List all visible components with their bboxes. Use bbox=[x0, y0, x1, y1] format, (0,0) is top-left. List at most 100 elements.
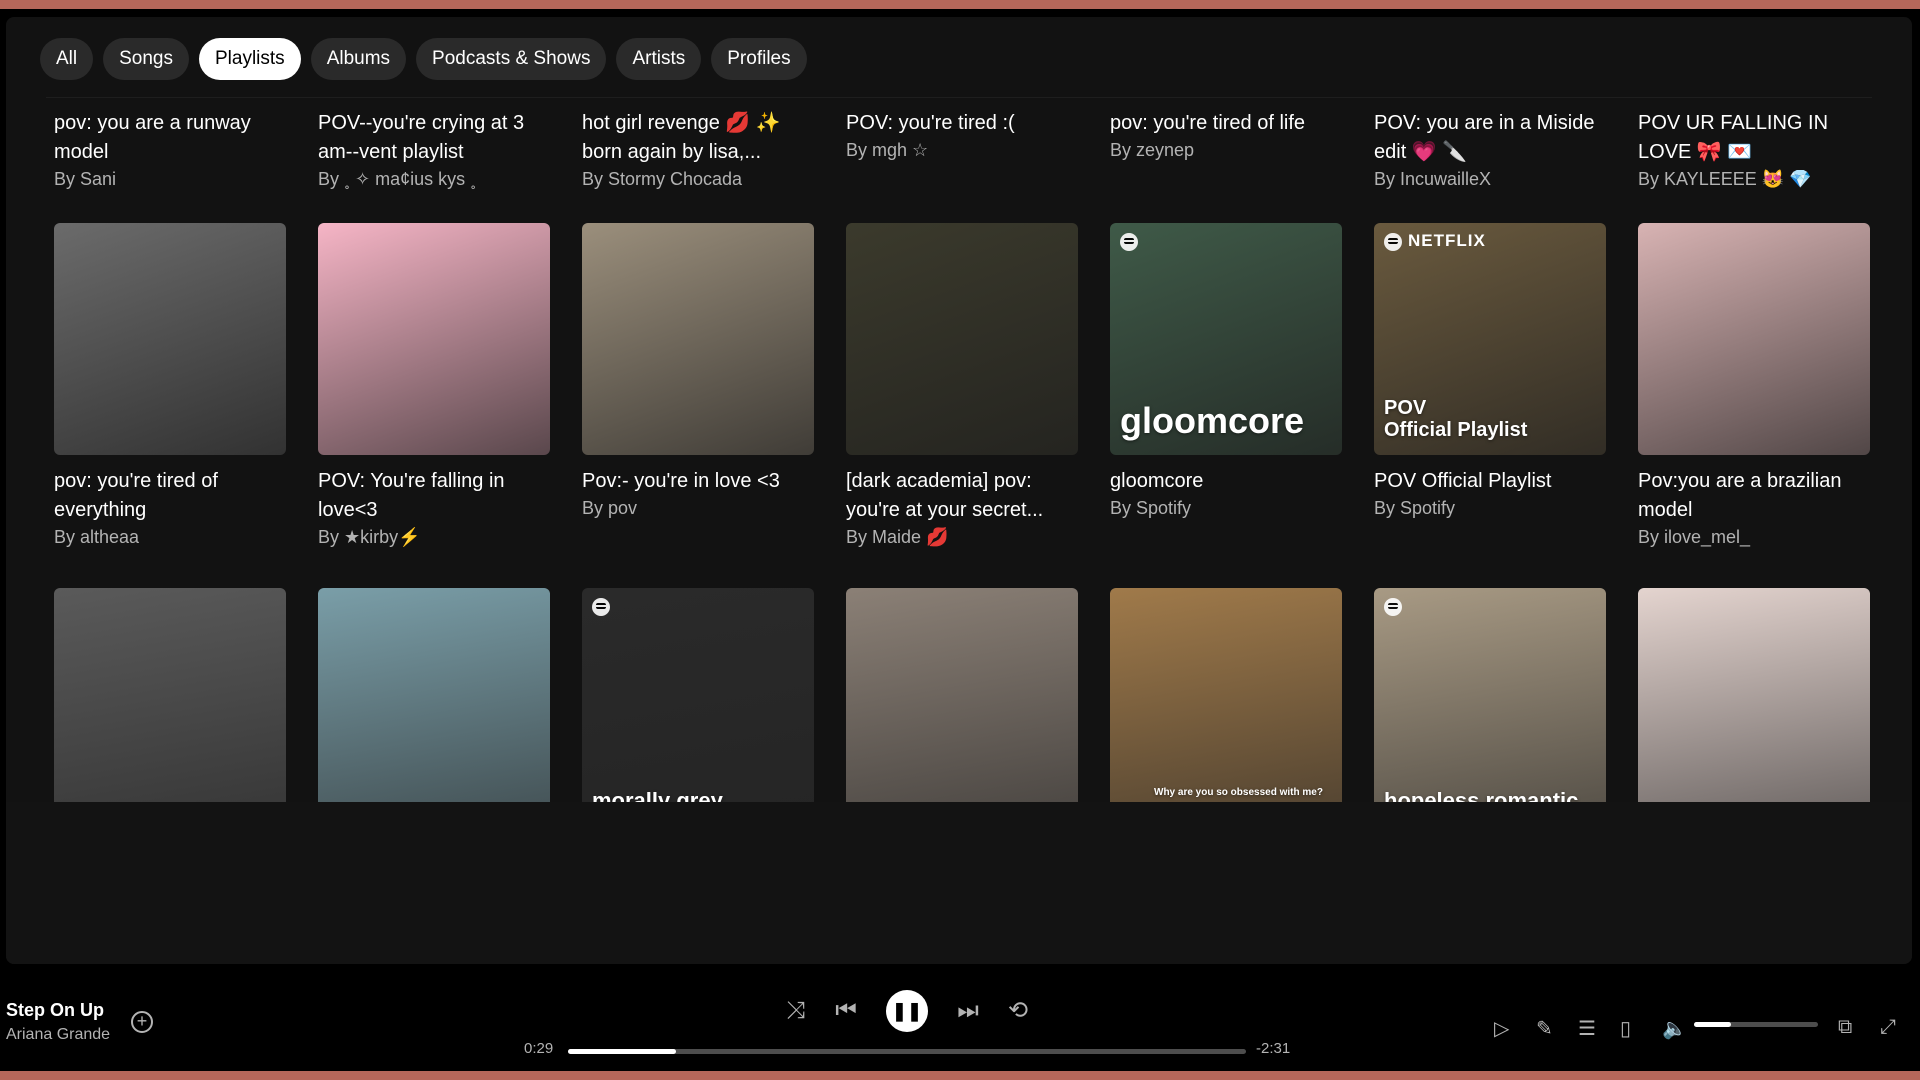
playlist-title: Pov:- you're in love <3 bbox=[582, 470, 780, 492]
playlist-cover[interactable] bbox=[1638, 588, 1870, 802]
playlist-cover[interactable] bbox=[318, 588, 550, 802]
playlist-card[interactable]: POV: You're falling in love<3 By ★kirby⚡ bbox=[318, 223, 550, 548]
playlist-card[interactable]: Pov:- you're in love <3 By pov bbox=[582, 223, 814, 548]
playlist-owner[interactable]: By ilove_mel_ bbox=[1638, 527, 1870, 548]
playlist-cover[interactable]: Why are you so obsessed with me? bbox=[1110, 588, 1342, 802]
playlist-title: gloomcore bbox=[1110, 470, 1204, 492]
filter-chip-albums[interactable]: Albums bbox=[310, 38, 407, 80]
playlist-title: pov: you're tired of everything bbox=[54, 470, 218, 521]
playlist-card[interactable]: hopeless romantic bbox=[1374, 588, 1606, 802]
playlist-card[interactable] bbox=[846, 588, 1078, 802]
playlist-owner[interactable]: By KAYLEEEE 😻 💎 bbox=[1638, 169, 1870, 190]
fullscreen-icon[interactable]: ⤢ bbox=[1880, 1016, 1896, 1039]
playlist-cover[interactable]: hopeless romantic bbox=[1374, 588, 1606, 802]
playlist-owner[interactable]: By ˳ ✧ ma¢ius kys ˳ bbox=[318, 169, 550, 190]
playlist-cover[interactable] bbox=[1638, 223, 1870, 455]
playlist-cover[interactable] bbox=[318, 223, 550, 455]
lyrics-icon[interactable]: ✎ bbox=[1536, 1016, 1553, 1041]
playlist-card[interactable]: pov: you're tired of everything By althea… bbox=[54, 223, 286, 548]
track-title[interactable]: Step On Up bbox=[6, 1000, 104, 1021]
spotify-logo-icon bbox=[592, 598, 610, 616]
playlist-owner[interactable]: By zeynep bbox=[1110, 140, 1342, 161]
playlist-title: hot girl revenge 💋 ✨ born again by lisa,… bbox=[582, 112, 781, 163]
progress-bar[interactable] bbox=[568, 1049, 1246, 1054]
playlist-row-3: morally grey Why are you so obsessed with… bbox=[54, 588, 1870, 802]
shuffle-icon[interactable]: ⤨ bbox=[780, 988, 812, 1034]
track-artist[interactable]: Ariana Grande bbox=[6, 1026, 110, 1044]
playlist-owner[interactable]: By Maide 💋 bbox=[846, 527, 1078, 548]
cover-label: gloomcore bbox=[1120, 400, 1305, 441]
previous-track-icon[interactable]: ⏮ bbox=[830, 988, 862, 1034]
pause-button[interactable]: ❚❚ bbox=[886, 990, 928, 1032]
playlist-owner[interactable]: By mgh ☆ bbox=[846, 140, 1078, 161]
filter-chips: All Songs Playlists Albums Podcasts & Sh… bbox=[40, 38, 807, 80]
playlist-card[interactable]: [dark academia] pov: you're at your secr… bbox=[846, 223, 1078, 548]
playlist-cover[interactable]: gloomcore bbox=[1110, 223, 1342, 455]
playlist-title: POV: you are in a Miside edit 💗 🔪 bbox=[1374, 112, 1595, 163]
playback-controls: ⤨ ⏮ ❚❚ ⏭ ⟲ bbox=[776, 988, 1046, 1034]
filter-chip-podcasts[interactable]: Podcasts & Shows bbox=[416, 38, 607, 80]
add-to-library-button[interactable]: + bbox=[131, 1011, 153, 1033]
playlist-card[interactable]: Why are you so obsessed with me? bbox=[1110, 588, 1342, 802]
playlist-owner[interactable]: By Spotify bbox=[1374, 498, 1606, 519]
playlist-card[interactable]: POV: you are in a Miside edit 💗 🔪 By Incu… bbox=[1374, 109, 1606, 190]
mini-player-icon[interactable]: ⧉ bbox=[1838, 1016, 1852, 1039]
playlist-card[interactable]: Pov:you are a brazilian model By ilove_me… bbox=[1638, 223, 1870, 548]
playlist-title: POV: you're tired :( bbox=[846, 112, 1015, 134]
repeat-icon[interactable]: ⟲ bbox=[1002, 988, 1034, 1034]
app-window: All Songs Playlists Albums Podcasts & Sh… bbox=[0, 9, 1920, 1071]
playlist-title: POV: You're falling in love<3 bbox=[318, 470, 505, 521]
now-playing-view-icon[interactable]: ▷ bbox=[1494, 1016, 1509, 1041]
playlist-card[interactable]: POV: you're tired :( By mgh ☆ bbox=[846, 109, 1078, 190]
playlist-cover[interactable]: NETFLIX POV Official Playlist bbox=[1374, 223, 1606, 455]
filter-chip-artists[interactable]: Artists bbox=[616, 38, 702, 80]
playlist-title: pov: you are a runway model bbox=[54, 112, 251, 163]
playlist-card[interactable] bbox=[1638, 588, 1870, 802]
filter-chip-profiles[interactable]: Profiles bbox=[711, 38, 807, 80]
playlist-owner[interactable]: By Stormy Chocada bbox=[582, 169, 814, 190]
playlist-card[interactable]: NETFLIX POV Official Playlist POV Official… bbox=[1374, 223, 1606, 548]
playlist-cover[interactable]: morally grey bbox=[582, 588, 814, 802]
playlist-card[interactable]: pov: you are a runway model By Sani bbox=[54, 109, 286, 190]
playlist-card[interactable]: morally grey bbox=[582, 588, 814, 802]
netflix-logo: NETFLIX bbox=[1408, 231, 1486, 250]
playlist-title: Pov:you are a brazilian model bbox=[1638, 470, 1842, 521]
volume-slider[interactable] bbox=[1694, 1022, 1818, 1027]
playlist-card[interactable] bbox=[318, 588, 550, 802]
playlist-card[interactable]: POV--you're crying at 3 am--vent playlis… bbox=[318, 109, 550, 190]
playlist-cover[interactable] bbox=[846, 588, 1078, 802]
filter-chip-playlists[interactable]: Playlists bbox=[199, 38, 301, 80]
playlist-owner[interactable]: By IncuwailleX bbox=[1374, 169, 1606, 190]
playlist-card[interactable]: gloomcore gloomcore By Spotify bbox=[1110, 223, 1342, 548]
playlist-card[interactable]: POV UR FALLING IN LOVE 🎀 💌 By KAYLEEEE 😻 … bbox=[1638, 109, 1870, 190]
playlist-row-1: pov: you are a runway model By Sani POV--… bbox=[54, 109, 1870, 190]
playlist-owner[interactable]: By altheaa bbox=[54, 527, 286, 548]
now-playing-bar: Step On Up Ariana Grande + ⤨ ⏮ ❚❚ ⏭ ⟲ 0:… bbox=[0, 964, 1920, 1071]
playlist-card[interactable] bbox=[54, 588, 286, 802]
elapsed-time: 0:29 bbox=[524, 1040, 554, 1057]
next-track-icon[interactable]: ⏭ bbox=[952, 988, 984, 1034]
volume-icon[interactable]: 🔈 bbox=[1662, 1016, 1687, 1041]
playlist-cover[interactable] bbox=[582, 223, 814, 455]
connect-device-icon[interactable]: ▯ bbox=[1620, 1016, 1631, 1041]
filter-chip-songs[interactable]: Songs bbox=[103, 38, 189, 80]
playlist-cover[interactable] bbox=[54, 223, 286, 455]
playlist-owner[interactable]: By ★kirby⚡ bbox=[318, 527, 550, 548]
playlist-cover[interactable] bbox=[846, 223, 1078, 455]
playlist-card[interactable]: pov: you're tired of life By zeynep bbox=[1110, 109, 1342, 190]
playlist-owner[interactable]: By Spotify bbox=[1110, 498, 1342, 519]
playlist-cover[interactable] bbox=[54, 588, 286, 802]
cover-label: Why are you so obsessed with me? bbox=[1154, 787, 1323, 798]
playlist-title: POV Official Playlist bbox=[1374, 470, 1552, 492]
playlist-title: pov: you're tired of life bbox=[1110, 112, 1306, 134]
playlist-owner[interactable]: By pov bbox=[582, 498, 814, 519]
filter-chip-all[interactable]: All bbox=[40, 38, 94, 80]
playlist-owner[interactable]: By Sani bbox=[54, 169, 286, 190]
playlist-title: [dark academia] pov: you're at your secr… bbox=[846, 470, 1044, 521]
queue-icon[interactable]: ☰ bbox=[1578, 1016, 1596, 1041]
spotify-logo-icon bbox=[1384, 598, 1402, 616]
spotify-logo-icon bbox=[1120, 233, 1138, 251]
playlist-row-2: pov: you're tired of everything By althea… bbox=[54, 223, 1870, 548]
playlist-card[interactable]: hot girl revenge 💋 ✨ born again by lisa,… bbox=[582, 109, 814, 190]
main-view: All Songs Playlists Albums Podcasts & Sh… bbox=[6, 17, 1912, 964]
